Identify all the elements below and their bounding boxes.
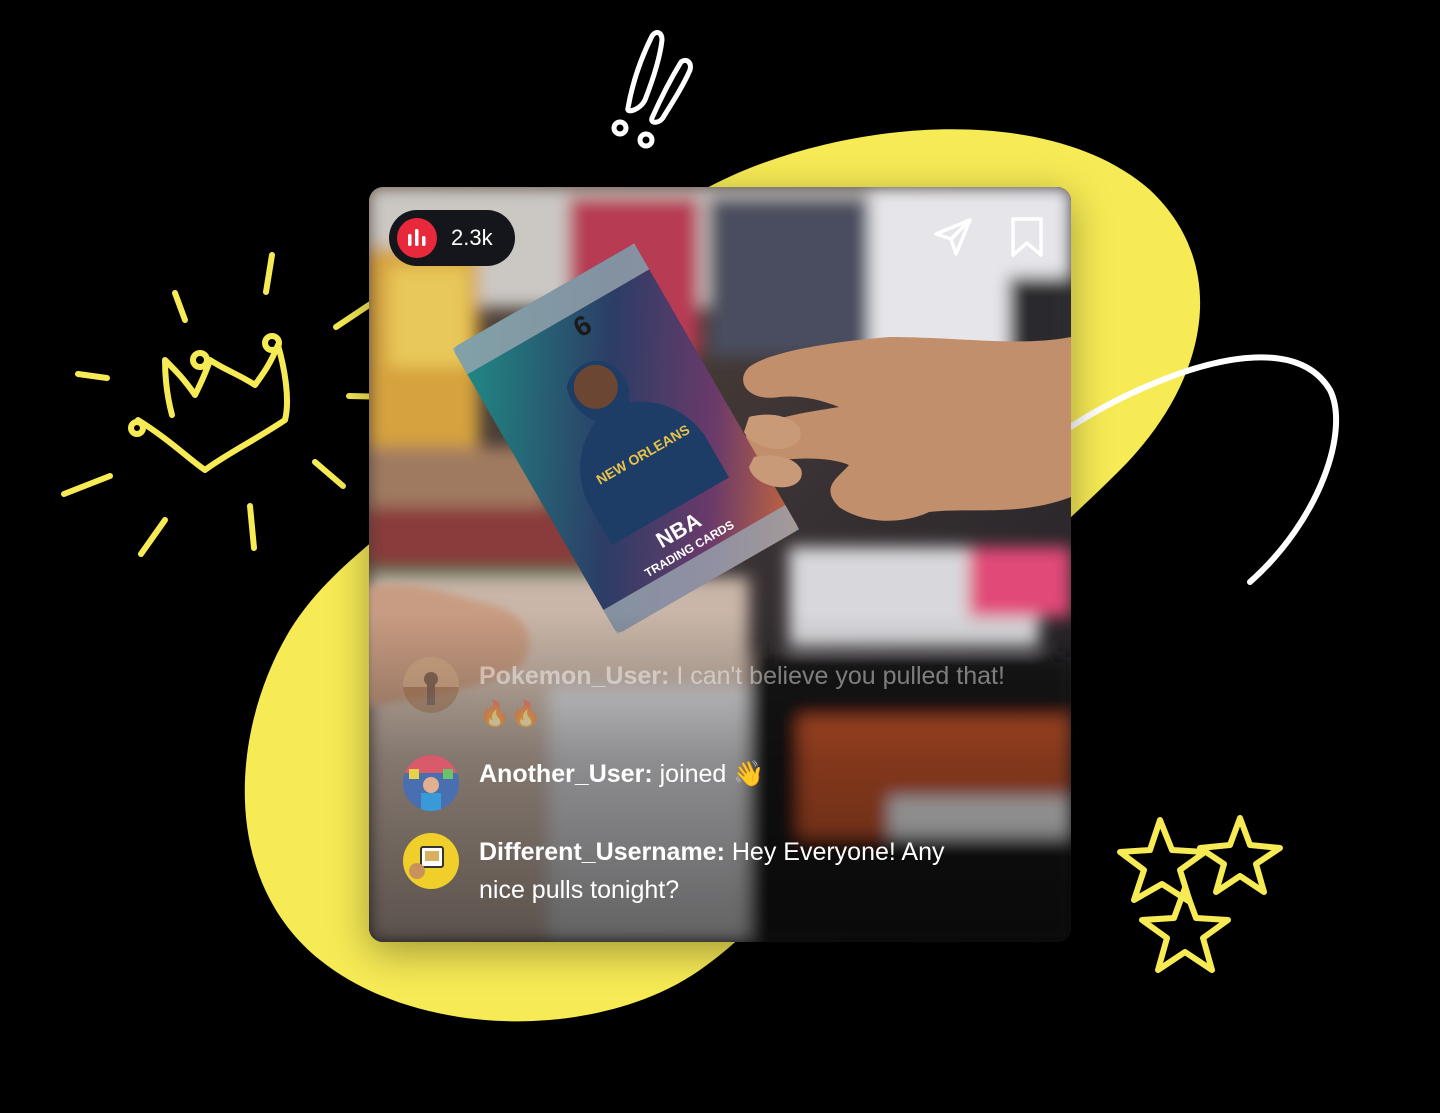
chat-text: joined 👋 <box>659 760 765 788</box>
bookmark-icon[interactable] <box>1005 215 1049 259</box>
chat-username[interactable]: Different_Username: <box>479 838 725 866</box>
chat-message: Pokemon_User: I can't believe you pulled… <box>403 657 1023 733</box>
chat-username[interactable]: Pokemon_User: <box>479 662 669 690</box>
live-chat-list: Pokemon_User: I can't believe you pulled… <box>403 657 1023 931</box>
stream-actions <box>931 215 1049 259</box>
viewer-count: 2.3k <box>451 225 493 250</box>
live-viewer-badge[interactable]: 2.3k <box>389 210 515 266</box>
live-bars-icon <box>397 218 437 258</box>
avatar-pokemon-user[interactable] <box>403 657 459 713</box>
avatar-different-username[interactable] <box>403 833 459 889</box>
avatar-another-user[interactable] <box>403 755 459 811</box>
promo-stage: 6 NEW ORLEANS NBA TRADING CARDS 2.3k Pok… <box>0 0 1440 1113</box>
live-stream-card[interactable]: 6 NEW ORLEANS NBA TRADING CARDS 2.3k Pok… <box>369 187 1071 942</box>
chat-username[interactable]: Another_User: <box>479 760 653 788</box>
send-icon[interactable] <box>931 215 975 259</box>
chat-message: Another_User: joined 👋 <box>403 755 1023 811</box>
chat-message: Different_Username: Hey Everyone! Any ni… <box>403 833 1023 909</box>
